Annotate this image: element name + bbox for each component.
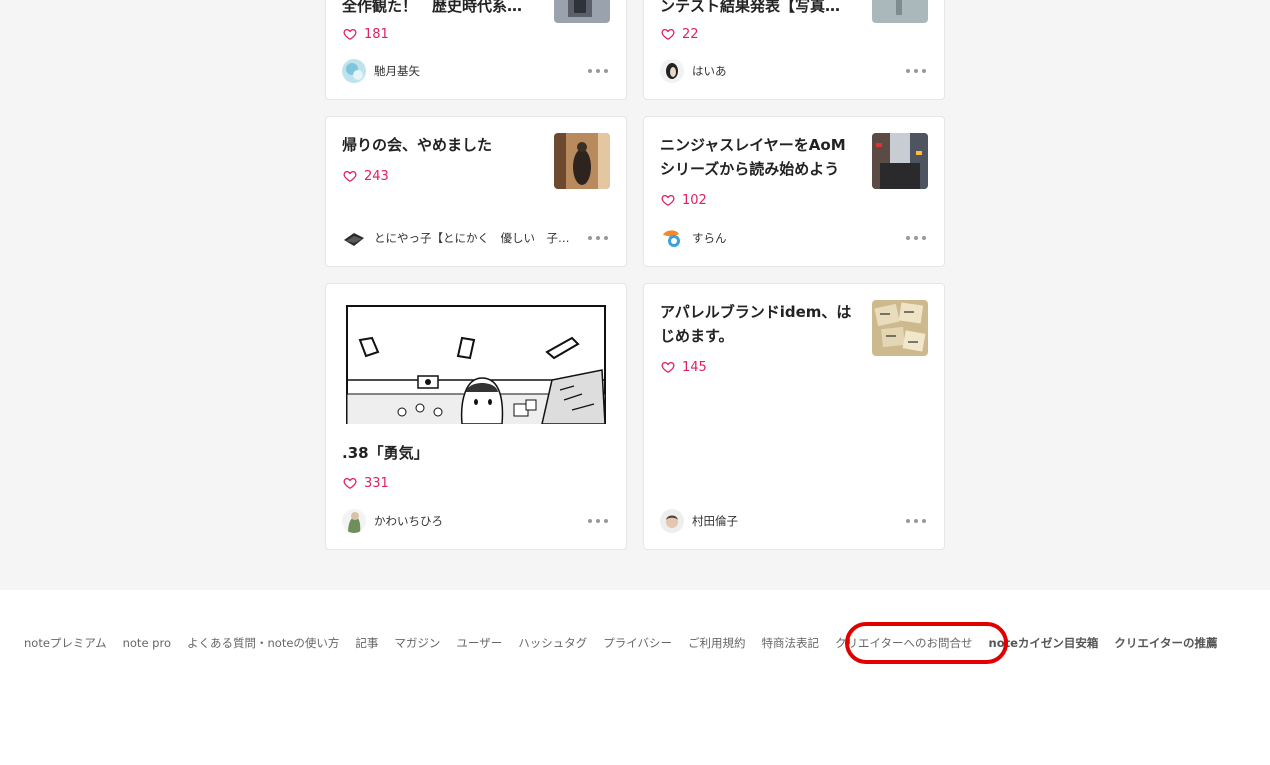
- author-name[interactable]: 馳月基矢: [374, 63, 420, 79]
- like-count[interactable]: 181: [343, 25, 389, 43]
- author[interactable]: かわいちひろ: [342, 509, 443, 533]
- like-count-value: 181: [364, 26, 389, 42]
- avatar[interactable]: [660, 59, 684, 83]
- feed-area: 全作観た！ 歴史時代系… 181 馳月基矢 ンテスト結果発表【写真… 22 はい…: [0, 0, 1270, 590]
- author[interactable]: 馳月基矢: [342, 59, 420, 83]
- article-card[interactable]: アパレルブランドidem、は じめます。 145 村田倫子: [643, 283, 945, 550]
- footer-link-users[interactable]: ユーザー: [456, 635, 502, 651]
- footer-link-note-pro[interactable]: note pro: [123, 636, 171, 650]
- like-count[interactable]: 102: [661, 191, 707, 209]
- article-thumbnail[interactable]: [872, 300, 928, 356]
- article-title[interactable]: ンテスト結果発表【写真…: [660, 0, 856, 18]
- footer-link-articles[interactable]: 記事: [355, 635, 378, 651]
- more-horizontal-icon[interactable]: [588, 232, 608, 244]
- article-thumbnail[interactable]: [872, 133, 928, 189]
- article-title-line-2[interactable]: じめます。: [660, 324, 860, 348]
- footer-link-faq[interactable]: よくある質問・noteの使い方: [187, 635, 339, 651]
- more-horizontal-icon[interactable]: [906, 232, 926, 244]
- like-count[interactable]: 22: [661, 25, 699, 43]
- footer-links: noteプレミアム note pro よくある質問・noteの使い方 記事 マガ…: [24, 635, 1217, 651]
- footer-link-note-premium[interactable]: noteプレミアム: [24, 635, 107, 651]
- footer-link-terms[interactable]: ご利用規約: [688, 635, 746, 651]
- author-name[interactable]: とにやっ子【とにかく 優しい 子…: [374, 230, 570, 246]
- author-name[interactable]: 村田倫子: [692, 513, 738, 529]
- like-count[interactable]: 145: [661, 358, 707, 376]
- like-count-value: 22: [682, 26, 699, 42]
- heart-outline-icon: [661, 28, 675, 40]
- article-thumbnail[interactable]: [554, 0, 610, 23]
- heart-outline-icon: [661, 361, 675, 373]
- footer: noteプレミアム note pro よくある質問・noteの使い方 記事 マガ…: [0, 590, 1270, 765]
- article-title-line-2[interactable]: シリーズから読み始めよう: [660, 157, 860, 181]
- author[interactable]: すらん: [660, 226, 727, 250]
- footer-link-magazines[interactable]: マガジン: [394, 635, 440, 651]
- footer-link-creator-recommend[interactable]: クリエイターの推薦: [1114, 635, 1217, 651]
- like-count-value: 145: [682, 359, 707, 375]
- article-card[interactable]: 帰りの会、やめました 243 とにやっ子【とにかく 優しい 子…: [325, 116, 627, 267]
- author-name[interactable]: はいあ: [692, 63, 727, 79]
- more-horizontal-icon[interactable]: [906, 515, 926, 527]
- article-title[interactable]: 帰りの会、やめました: [342, 133, 538, 157]
- heart-outline-icon: [343, 28, 357, 40]
- article-title-line-1[interactable]: ニンジャスレイヤーをAoM: [660, 133, 860, 157]
- article-title[interactable]: 全作観た！ 歴史時代系…: [342, 0, 538, 18]
- article-card[interactable]: .38「勇気」 331 かわいちひろ: [325, 283, 627, 550]
- like-count[interactable]: 331: [343, 474, 389, 492]
- article-title[interactable]: .38「勇気」: [342, 441, 610, 465]
- more-horizontal-icon[interactable]: [588, 65, 608, 77]
- footer-link-creator-contact[interactable]: クリエイターへのお問合せ: [835, 635, 973, 651]
- footer-link-privacy[interactable]: プライバシー: [603, 635, 672, 651]
- footer-link-commercial-law[interactable]: 特商法表記: [761, 635, 819, 651]
- author[interactable]: 村田倫子: [660, 509, 738, 533]
- avatar[interactable]: [660, 226, 684, 250]
- author-name[interactable]: かわいちひろ: [374, 513, 443, 529]
- like-count-value: 102: [682, 192, 707, 208]
- article-card[interactable]: 全作観た！ 歴史時代系… 181 馳月基矢: [325, 0, 627, 100]
- more-horizontal-icon[interactable]: [588, 515, 608, 527]
- article-title-line-1[interactable]: アパレルブランドidem、は: [660, 300, 860, 324]
- heart-outline-icon: [661, 194, 675, 206]
- article-card[interactable]: ニンジャスレイヤーをAoM シリーズから読み始めよう 102 すらん: [643, 116, 945, 267]
- heart-outline-icon: [343, 477, 357, 489]
- avatar[interactable]: [342, 509, 366, 533]
- author[interactable]: はいあ: [660, 59, 727, 83]
- author[interactable]: とにやっ子【とにかく 優しい 子…: [342, 226, 570, 250]
- article-thumbnail[interactable]: [872, 0, 928, 23]
- footer-link-hashtags[interactable]: ハッシュタグ: [518, 635, 587, 651]
- article-card[interactable]: ンテスト結果発表【写真… 22 はいあ: [643, 0, 945, 100]
- avatar[interactable]: [342, 59, 366, 83]
- like-count-value: 331: [364, 475, 389, 491]
- avatar[interactable]: [660, 509, 684, 533]
- footer-link-kaizen-box[interactable]: noteカイゼン目安箱: [989, 635, 1099, 651]
- more-horizontal-icon[interactable]: [906, 65, 926, 77]
- author-name[interactable]: すらん: [692, 230, 727, 246]
- article-thumbnail[interactable]: [554, 133, 610, 189]
- avatar[interactable]: [342, 226, 366, 250]
- like-count-value: 243: [364, 168, 389, 184]
- like-count[interactable]: 243: [343, 167, 389, 185]
- heart-outline-icon: [343, 170, 357, 182]
- article-eyecatch-image[interactable]: [342, 300, 610, 424]
